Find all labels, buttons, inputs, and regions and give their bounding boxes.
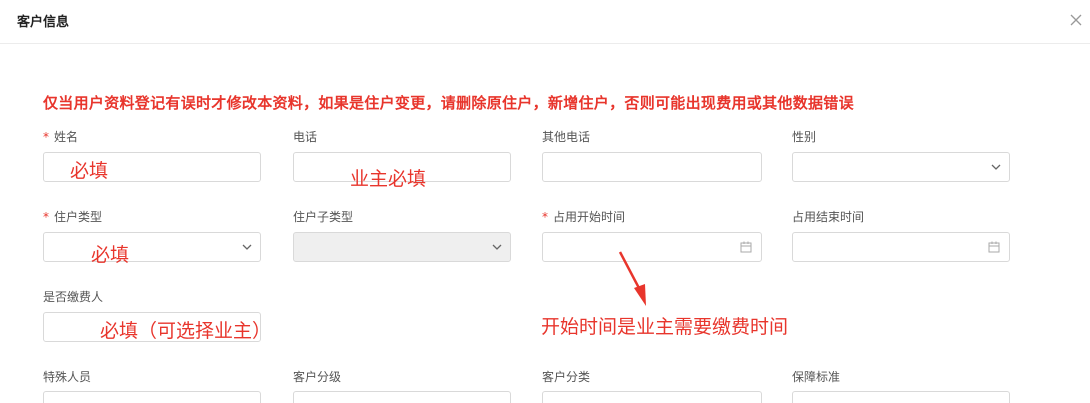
annotation-arrow xyxy=(618,251,646,306)
level-label: 客户分级 xyxy=(293,370,342,384)
chevron-down-icon xyxy=(242,244,252,250)
name-annotation: 必填 xyxy=(70,160,109,182)
phone-label: 电话 xyxy=(293,130,318,144)
special-select[interactable] xyxy=(43,391,261,403)
calendar-icon xyxy=(740,241,752,253)
gender-select[interactable] xyxy=(792,152,1010,182)
resident-subtype-select xyxy=(293,232,511,262)
chevron-down-icon xyxy=(991,164,1001,170)
resident-type-select[interactable] xyxy=(43,232,261,262)
resident-type-label: * 住户类型 xyxy=(43,210,103,224)
dialog-header: 客户信息 xyxy=(0,0,1090,44)
special-label: 特殊人员 xyxy=(43,370,92,384)
start-time-picker[interactable] xyxy=(542,232,762,262)
calendar-icon xyxy=(988,241,1000,253)
other-phone-label: 其他电话 xyxy=(542,130,591,144)
chevron-down-icon xyxy=(492,244,502,250)
required-mark: * xyxy=(43,210,49,224)
type-annotation: 必填 xyxy=(91,244,130,266)
payer-annotation: 必填（可选择业主） xyxy=(100,320,272,342)
category-label: 客户分类 xyxy=(542,370,591,384)
start-time-label: * 占用开始时间 xyxy=(542,210,626,224)
required-mark: * xyxy=(43,130,49,144)
start-time-annotation: 开始时间是业主需要缴费时间 xyxy=(541,316,789,338)
name-label: * 姓名 xyxy=(43,130,79,144)
end-time-label: 占用结束时间 xyxy=(792,210,865,224)
required-mark: * xyxy=(542,210,548,224)
other-phone-input[interactable] xyxy=(542,152,762,182)
payer-label: 是否缴费人 xyxy=(43,290,104,304)
gender-label: 性别 xyxy=(792,130,817,144)
dialog-title: 客户信息 xyxy=(17,15,70,30)
category-select[interactable] xyxy=(542,391,762,403)
warning-message: 仅当用户资料登记有误时才修改本资料，如果是住户变更，请删除原住户，新增住户，否则… xyxy=(43,94,854,112)
standard-label: 保障标准 xyxy=(792,370,841,384)
phone-annotation: 业主必填 xyxy=(350,168,427,190)
close-icon[interactable] xyxy=(1068,12,1084,28)
level-select[interactable] xyxy=(293,391,511,403)
standard-select[interactable] xyxy=(792,391,1010,403)
end-time-picker[interactable] xyxy=(792,232,1010,262)
resident-subtype-label: 住户子类型 xyxy=(293,210,354,224)
